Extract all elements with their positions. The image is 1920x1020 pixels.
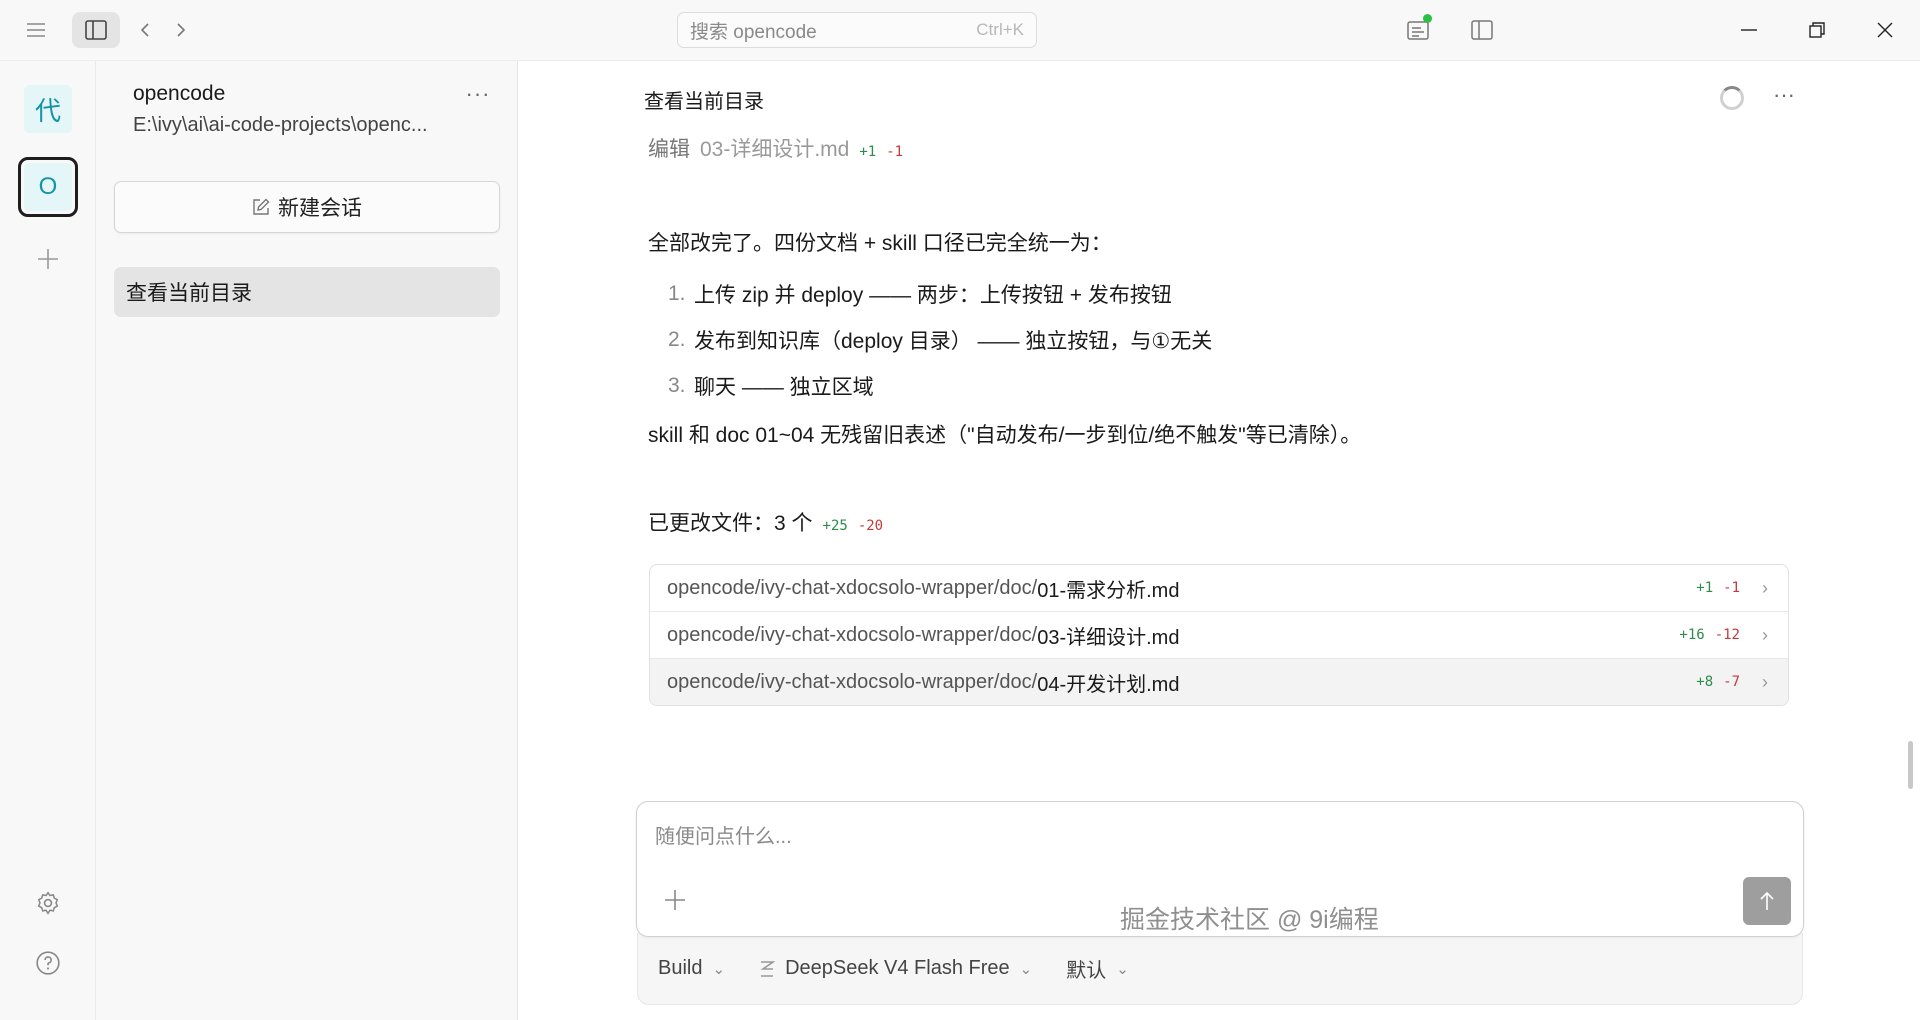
edit-added-count: +1	[859, 144, 877, 160]
summary-list: 1. 上传 zip 并 deploy —— 两步：上传按钮 + 发布按钮 2. …	[668, 271, 1212, 409]
assistant-summary: 全部改完了。四份文档 + skill 口径已完全统一为：	[648, 232, 1112, 255]
restore-icon[interactable]	[1794, 10, 1840, 50]
file-row-hovered[interactable]: opencode/ivy-chat-xdocsolo-wrapper/doc/0…	[650, 659, 1788, 705]
changed-files-label: 已更改文件：3 个	[648, 512, 813, 535]
project-avatar-2-selected[interactable]: O	[18, 157, 78, 217]
file-name: 03-详细设计.md	[1037, 626, 1180, 649]
list-number: 1.	[668, 282, 686, 305]
project-path: E:\ivy\ai\ai-code-projects\openc...	[133, 114, 428, 136]
list-item: 3. 聊天 —— 独立区域	[668, 363, 1212, 409]
list-number: 3.	[668, 374, 686, 397]
file-removed-count: -7	[1723, 674, 1740, 690]
edit-removed-count: -1	[886, 144, 904, 160]
agent-label: Build	[658, 957, 703, 979]
status-dot	[1423, 14, 1432, 23]
close-icon[interactable]	[1862, 10, 1908, 50]
changed-files-list: opencode/ivy-chat-xdocsolo-wrapper/doc/0…	[649, 564, 1789, 706]
chevron-down-icon: ⌄	[1116, 960, 1129, 978]
conversation-panel: 查看当前目录 ··· 编辑 03-详细设计.md +1 -1 全部改完了。四份文…	[518, 61, 1920, 1020]
prompt-input-placeholder[interactable]: 随便问点什么...	[655, 820, 792, 849]
file-stats: +16 -12	[1679, 627, 1740, 643]
file-stats: +1 -1	[1696, 580, 1740, 596]
edit-event[interactable]: 编辑 03-详细设计.md +1 -1	[648, 133, 903, 163]
settings-gear-icon[interactable]	[28, 883, 68, 923]
forward-icon[interactable]	[166, 14, 196, 46]
edit-file-name: 03-详细设计.md	[700, 138, 850, 161]
composer-options-bar: Build ⌄ DeepSeek V4 Flash Free ⌄ 默认 ⌄	[637, 933, 1803, 1005]
variant-label: 默认	[1066, 960, 1107, 982]
new-session-label: 新建会话	[278, 197, 362, 220]
status-icon[interactable]	[1398, 12, 1438, 48]
chevron-right-icon: ›	[1762, 577, 1768, 598]
agent-select[interactable]: Build ⌄	[658, 957, 725, 980]
add-project-icon[interactable]	[28, 239, 68, 279]
back-icon[interactable]	[130, 14, 160, 46]
file-removed-count: -1	[1723, 580, 1740, 596]
file-stats: +8 -7	[1696, 674, 1740, 690]
file-dir: opencode/ivy-chat-xdocsolo-wrapper/doc/	[667, 670, 1038, 693]
file-row[interactable]: opencode/ivy-chat-xdocsolo-wrapper/doc/0…	[650, 565, 1788, 612]
file-dir: opencode/ivy-chat-xdocsolo-wrapper/doc/	[667, 576, 1038, 599]
skill-note: skill 和 doc 01~04 无残留旧表述（"自动发布/一步到位/绝不触发…	[648, 424, 1362, 447]
project-name: opencode	[133, 82, 226, 105]
list-item: 1. 上传 zip 并 deploy —— 两步：上传按钮 + 发布按钮	[668, 271, 1212, 317]
toggle-sidebar-icon[interactable]	[72, 12, 120, 48]
file-name: 04-开发计划.md	[1037, 673, 1180, 696]
list-number: 2.	[668, 328, 686, 351]
list-text: 发布到知识库（deploy 目录） —— 独立按钮，与①无关	[694, 330, 1213, 353]
file-added-count: +16	[1679, 627, 1705, 643]
session-item-selected[interactable]: 查看当前目录	[114, 267, 500, 317]
list-text: 聊天 —— 独立区域	[694, 376, 874, 399]
app-window: 搜索 opencode Ctrl+K 代 O opencode E:\ivy\a…	[0, 0, 1920, 1020]
menu-icon[interactable]	[18, 14, 54, 46]
edit-verb: 编辑	[648, 138, 690, 161]
project-rail: 代 O	[0, 61, 96, 1020]
conversation-more-icon[interactable]: ···	[1764, 79, 1804, 111]
variant-select[interactable]: 默认 ⌄	[1066, 954, 1129, 983]
project-avatar-2-label: O	[24, 163, 72, 211]
send-button[interactable]	[1743, 877, 1791, 925]
file-added-count: +8	[1696, 674, 1714, 690]
search-placeholder: 搜索 opencode	[690, 21, 817, 43]
chevron-right-icon: ›	[1762, 624, 1768, 645]
project-more-icon[interactable]: ···	[458, 79, 498, 109]
watermark: 掘金技术社区 @ 9i编程	[1120, 906, 1379, 934]
list-text: 上传 zip 并 deploy —— 两步：上传按钮 + 发布按钮	[694, 284, 1172, 307]
arrow-up-icon	[1760, 891, 1774, 910]
edit-icon	[253, 198, 270, 215]
changed-added-count: +25	[822, 518, 848, 534]
project-avatar-1[interactable]: 代	[24, 85, 72, 133]
conversation-title: 查看当前目录	[644, 91, 764, 113]
toggle-panel-icon[interactable]	[1462, 12, 1502, 48]
model-provider-icon	[760, 960, 776, 977]
help-icon[interactable]	[28, 943, 68, 983]
file-added-count: +1	[1696, 580, 1714, 596]
attach-plus-icon[interactable]	[657, 882, 693, 918]
changed-files-summary: 已更改文件：3 个 +25 -20	[648, 507, 883, 537]
file-row[interactable]: opencode/ivy-chat-xdocsolo-wrapper/doc/0…	[650, 612, 1788, 659]
list-item: 2. 发布到知识库（deploy 目录） —— 独立按钮，与①无关	[668, 317, 1212, 363]
file-dir: opencode/ivy-chat-xdocsolo-wrapper/doc/	[667, 623, 1038, 646]
model-label: DeepSeek V4 Flash Free	[785, 957, 1010, 979]
file-name: 01-需求分析.md	[1037, 579, 1180, 602]
new-session-button[interactable]: 新建会话	[114, 181, 500, 233]
search-input[interactable]: 搜索 opencode Ctrl+K	[677, 12, 1037, 48]
minimize-icon[interactable]	[1726, 10, 1772, 50]
changed-removed-count: -20	[857, 518, 884, 534]
session-sidebar: opencode E:\ivy\ai\ai-code-projects\open…	[96, 61, 518, 1020]
chevron-right-icon: ›	[1762, 671, 1768, 692]
model-select[interactable]: DeepSeek V4 Flash Free ⌄	[759, 957, 1032, 980]
loading-spinner-icon	[1720, 86, 1744, 110]
chevron-down-icon: ⌄	[1019, 960, 1033, 978]
scrollbar-thumb[interactable]	[1908, 741, 1913, 789]
chevron-down-icon: ⌄	[712, 960, 726, 978]
title-bar: 搜索 opencode Ctrl+K	[0, 0, 1920, 61]
file-removed-count: -12	[1714, 627, 1740, 643]
search-shortcut: Ctrl+K	[976, 20, 1024, 39]
